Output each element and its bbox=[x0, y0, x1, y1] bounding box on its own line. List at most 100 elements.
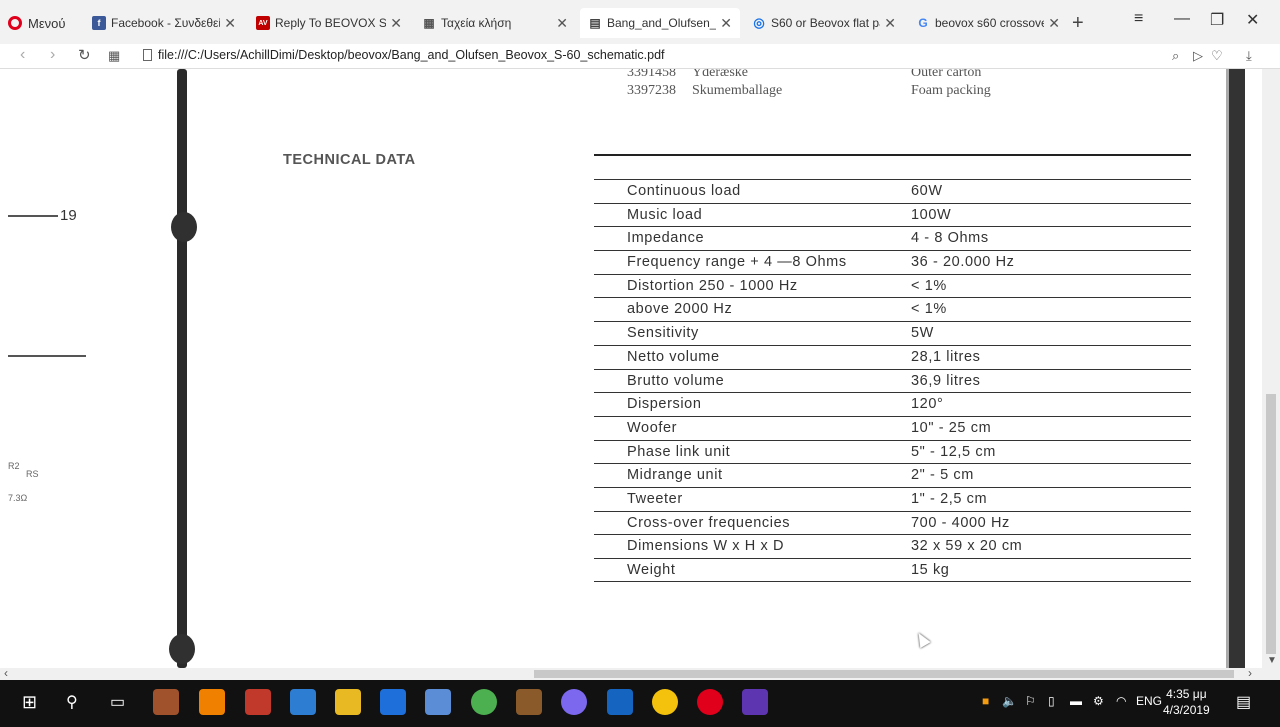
technical-data-table: Continuous load 60W Music load 100W Impedanc… bbox=[594, 179, 1191, 582]
edge-icon[interactable] bbox=[380, 689, 406, 715]
tab-grid-icon[interactable]: ▦ bbox=[108, 48, 120, 64]
spec-value: 4 - 8 Ohms bbox=[911, 230, 989, 247]
tab-pdf-active[interactable]: ▤ Bang_and_Olufsen_Beo ✕ bbox=[580, 8, 740, 38]
task-view-icon[interactable]: ▭ bbox=[110, 692, 125, 712]
binding-hole-top bbox=[171, 212, 197, 242]
horizontal-scrollbar[interactable]: ‹ › bbox=[0, 666, 1262, 680]
close-tab-icon[interactable]: ✕ bbox=[1048, 15, 1060, 32]
spec-row: Tweeter 1" - 2,5 cm bbox=[594, 486, 1191, 511]
spec-value: 15 kg bbox=[911, 562, 950, 578]
tray-app-icon[interactable]: ■ bbox=[982, 694, 989, 708]
spec-row: Distortion 250 - 1000 Hz < 1% bbox=[594, 273, 1191, 298]
spec-value: 2" - 5 cm bbox=[911, 467, 974, 484]
opera-logo-icon bbox=[8, 16, 22, 30]
vertical-scroll-thumb[interactable] bbox=[1266, 394, 1276, 654]
globe-app-icon[interactable] bbox=[153, 689, 179, 715]
tab-menu-icon[interactable]: ≡ bbox=[1134, 10, 1143, 28]
spec-row: Music load 100W bbox=[594, 202, 1191, 227]
facebook-icon: f bbox=[92, 16, 106, 30]
disc-app-icon[interactable] bbox=[561, 689, 587, 715]
spec-label: Continuous load bbox=[627, 183, 741, 199]
clock[interactable]: 4:35 μμ 4/3/2019 bbox=[1163, 686, 1210, 718]
new-tab-button[interactable]: + bbox=[1072, 12, 1084, 35]
document-icon: ▤ bbox=[589, 16, 601, 30]
opera-menu-button[interactable]: Μενού bbox=[8, 12, 65, 34]
spec-value: < 1% bbox=[911, 277, 947, 294]
binding-hole-bottom bbox=[169, 634, 195, 664]
close-tab-icon[interactable]: ✕ bbox=[884, 15, 896, 32]
forward-icon[interactable]: › bbox=[50, 46, 55, 64]
tab-facebook[interactable]: f Facebook - Συνδεθείτε ✕ bbox=[84, 8, 244, 38]
windows-start-icon[interactable]: ⊞ bbox=[22, 692, 37, 713]
warning-app-icon[interactable] bbox=[652, 689, 678, 715]
utorrent-icon[interactable] bbox=[471, 689, 497, 715]
tab-reply-beovox[interactable]: AV Reply To BEOVOX S-60 ✕ bbox=[248, 8, 410, 38]
tab-google-search[interactable]: G beovox s60 crossover s ✕ bbox=[908, 8, 1068, 38]
google-icon: G bbox=[918, 16, 928, 30]
scroll-down-icon[interactable]: ▼ bbox=[1267, 655, 1277, 666]
side-number: 19 bbox=[60, 207, 77, 224]
spec-value: 5" - 12,5 cm bbox=[911, 443, 996, 460]
schematic-label: RS bbox=[26, 469, 39, 479]
filezilla-icon[interactable] bbox=[245, 689, 271, 715]
reload-icon[interactable]: ↻ bbox=[78, 46, 91, 64]
scroll-left-icon[interactable]: ‹ bbox=[4, 666, 8, 680]
spec-value: 28,1 litres bbox=[911, 348, 981, 365]
tray-icon[interactable]: ⚐ bbox=[1025, 694, 1036, 708]
spec-value: 5W bbox=[911, 325, 934, 342]
file-explorer-icon[interactable] bbox=[335, 689, 361, 715]
close-tab-icon[interactable]: ✕ bbox=[224, 15, 236, 32]
spec-value: 32 x 59 x 20 cm bbox=[911, 538, 1023, 555]
packing-english: Foam packing bbox=[911, 83, 991, 98]
send-icon[interactable]: ▷ bbox=[1193, 48, 1203, 64]
spec-label: Midrange unit bbox=[627, 467, 723, 484]
search-icon[interactable]: ⌕ bbox=[1172, 48, 1179, 64]
back-icon[interactable]: ‹ bbox=[20, 46, 25, 64]
close-window-button[interactable]: ✕ bbox=[1246, 10, 1259, 30]
store-icon[interactable] bbox=[290, 689, 316, 715]
url-field[interactable]: file:///C:/Users/AchillDimi/Desktop/beov… bbox=[158, 48, 665, 62]
usb-icon[interactable]: ▯ bbox=[1048, 694, 1055, 708]
close-tab-icon[interactable]: ✕ bbox=[390, 15, 402, 32]
spec-row: Frequency range + 4 —8 Ohms 36 - 20.000 H… bbox=[594, 250, 1191, 274]
spec-label: Music load bbox=[627, 206, 703, 223]
schematic-label: R2 bbox=[8, 461, 20, 471]
opera-taskbar-icon[interactable] bbox=[697, 689, 723, 715]
app-icon[interactable] bbox=[516, 689, 542, 715]
scroll-right-icon[interactable]: › bbox=[1248, 666, 1252, 680]
close-tab-icon[interactable]: ✕ bbox=[556, 15, 568, 32]
language-indicator[interactable]: ENG bbox=[1136, 694, 1162, 708]
packing-danish: Yderæske bbox=[692, 69, 748, 80]
spec-value: 10" - 25 cm bbox=[911, 419, 992, 436]
pdf-viewport[interactable]: 19 R2 RS 7.3Ω 3391458 Yderæske Outer car… bbox=[0, 69, 1245, 668]
schematic-line bbox=[8, 215, 58, 217]
tab-s60-flat-panel[interactable]: ◎ S60 or Beovox flat pane ✕ bbox=[744, 8, 904, 38]
speed-dial-icon: ▦ bbox=[423, 16, 435, 30]
heart-icon[interactable]: ♡ bbox=[1211, 48, 1223, 64]
volume-icon[interactable]: 🔈 bbox=[1002, 694, 1017, 708]
download-icon[interactable]: ⤓ bbox=[1246, 48, 1252, 64]
notepad-icon[interactable] bbox=[425, 689, 451, 715]
tab-speed-dial[interactable]: ▦ Ταχεία κλήση ✕ bbox=[414, 8, 576, 38]
close-tab-icon[interactable]: ✕ bbox=[720, 15, 732, 32]
spec-value: 1" - 2,5 cm bbox=[911, 490, 988, 507]
search-icon[interactable]: ⚲ bbox=[66, 692, 78, 712]
binding-spine bbox=[177, 69, 187, 668]
pen-app-icon[interactable] bbox=[742, 689, 768, 715]
maximize-button[interactable]: ❐ bbox=[1210, 10, 1224, 30]
packing-code: 3391458 bbox=[627, 69, 676, 80]
spec-label: Tweeter bbox=[627, 490, 683, 507]
minimize-button[interactable]: — bbox=[1174, 10, 1190, 28]
horizontal-scroll-thumb[interactable] bbox=[534, 670, 1234, 678]
vertical-scrollbar[interactable]: ▼ bbox=[1262, 69, 1280, 680]
tray-icon[interactable]: ▬ bbox=[1070, 694, 1082, 708]
wifi-icon[interactable]: ◠ bbox=[1116, 694, 1126, 708]
mouse-cursor-icon bbox=[913, 629, 931, 649]
runner-app-icon[interactable] bbox=[607, 689, 633, 715]
spec-label: Weight bbox=[627, 562, 676, 578]
network-icon[interactable]: ⚙ bbox=[1093, 694, 1104, 708]
spec-row: Netto volume 28,1 litres bbox=[594, 344, 1191, 369]
notifications-icon[interactable]: ▤ bbox=[1236, 692, 1251, 712]
menu-label: Μενού bbox=[28, 15, 66, 31]
vlc-icon[interactable] bbox=[199, 689, 225, 715]
